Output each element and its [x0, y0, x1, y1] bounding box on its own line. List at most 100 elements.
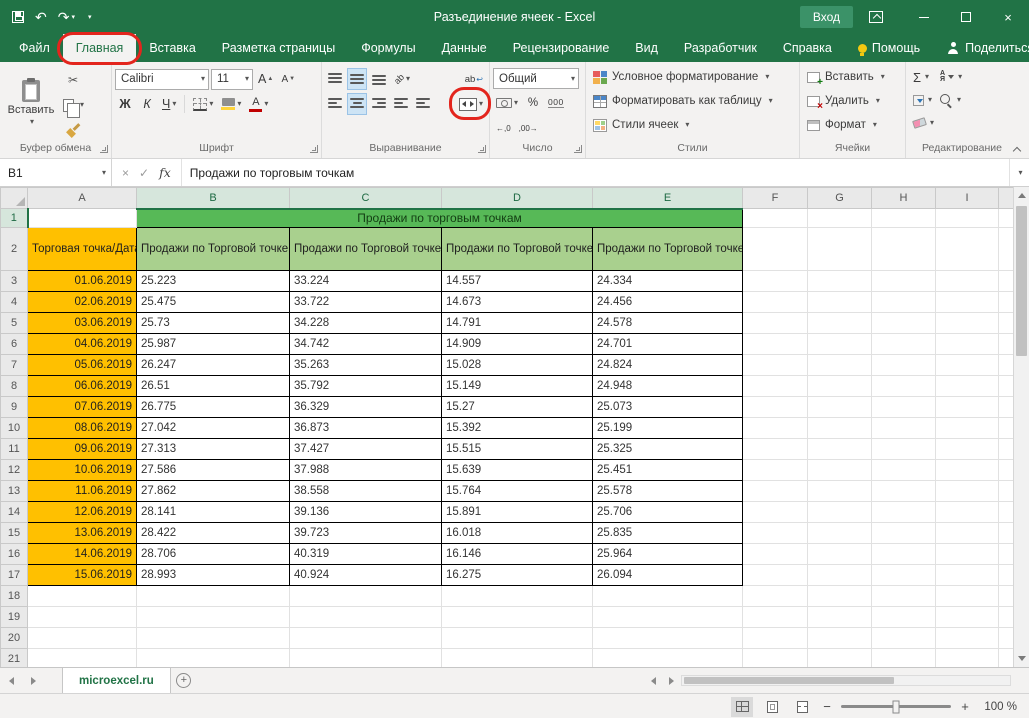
cell-F11[interactable] — [743, 439, 808, 460]
cell-D5[interactable]: 14.791 — [442, 313, 593, 334]
row-header-10[interactable]: 10 — [1, 418, 28, 439]
row-header-20[interactable]: 20 — [1, 628, 28, 649]
scroll-down-button[interactable] — [1014, 650, 1029, 667]
cell-D19[interactable] — [442, 607, 593, 628]
row-header-3[interactable]: 3 — [1, 271, 28, 292]
view-page-break-button[interactable] — [791, 697, 813, 717]
column-header-H[interactable]: H — [872, 188, 936, 209]
ribbon-tab-вставка[interactable]: Вставка — [136, 34, 208, 62]
row-header-15[interactable]: 15 — [1, 523, 28, 544]
row-header-14[interactable]: 14 — [1, 502, 28, 523]
cell-B16[interactable]: 28.706 — [137, 544, 290, 565]
cell-H12[interactable] — [872, 460, 936, 481]
cell-A21[interactable] — [28, 649, 137, 668]
cell-F7[interactable] — [743, 355, 808, 376]
cell-I21[interactable] — [936, 649, 999, 668]
formula-input[interactable]: Продажи по торговым точкам — [182, 159, 1009, 186]
increase-font-button[interactable]: А — [255, 68, 276, 90]
cell-D7[interactable]: 15.028 — [442, 355, 593, 376]
bold-button[interactable]: Ж — [115, 93, 135, 115]
cell-I17[interactable] — [936, 565, 999, 586]
align-center-button[interactable] — [347, 93, 367, 115]
cell-B20[interactable] — [137, 628, 290, 649]
row-header-21[interactable]: 21 — [1, 649, 28, 668]
cell-C3[interactable]: 33.224 — [290, 271, 442, 292]
expand-formula-bar-button[interactable] — [1009, 159, 1029, 186]
zoom-slider-thumb[interactable] — [893, 700, 900, 713]
sign-in-button[interactable]: Вход — [800, 6, 853, 28]
column-header-B[interactable]: B — [137, 188, 290, 209]
row-header-2[interactable]: 2 — [1, 228, 28, 271]
vertical-scrollbar[interactable] — [1013, 187, 1029, 667]
cell-F3[interactable] — [743, 271, 808, 292]
cut-button[interactable]: ✂ — [59, 69, 87, 91]
cell-D12[interactable]: 15.639 — [442, 460, 593, 481]
save-button[interactable] — [12, 11, 24, 23]
cell-E14[interactable]: 25.706 — [593, 502, 743, 523]
cell-F2[interactable] — [743, 228, 808, 271]
cell-F17[interactable] — [743, 565, 808, 586]
decrease-decimal-button[interactable]: ,00→ — [516, 117, 541, 139]
cell-C5[interactable]: 34.228 — [290, 313, 442, 334]
cell-D10[interactable]: 15.392 — [442, 418, 593, 439]
select-all-button[interactable] — [1, 188, 28, 209]
cell-E3[interactable]: 24.334 — [593, 271, 743, 292]
cell-C20[interactable] — [290, 628, 442, 649]
cell-C7[interactable]: 35.263 — [290, 355, 442, 376]
format-as-table-button[interactable]: Форматировать как таблицу — [589, 89, 796, 113]
align-top-button[interactable] — [325, 68, 345, 90]
row-header-4[interactable]: 4 — [1, 292, 28, 313]
cell-E21[interactable] — [593, 649, 743, 668]
fill-button[interactable] — [913, 90, 934, 110]
cell-B10[interactable]: 27.042 — [137, 418, 290, 439]
row-header-8[interactable]: 8 — [1, 376, 28, 397]
cell-E11[interactable]: 25.325 — [593, 439, 743, 460]
cell-G16[interactable] — [808, 544, 872, 565]
cell-F13[interactable] — [743, 481, 808, 502]
cell-G7[interactable] — [808, 355, 872, 376]
cell-D8[interactable]: 15.149 — [442, 376, 593, 397]
decrease-font-button[interactable]: А — [278, 68, 298, 90]
cell-F12[interactable] — [743, 460, 808, 481]
cell-I11[interactable] — [936, 439, 999, 460]
merged-cell-B1-E1[interactable]: Продажи по торговым точкам — [137, 209, 743, 228]
cell-H20[interactable] — [872, 628, 936, 649]
cell-H15[interactable] — [872, 523, 936, 544]
cell-C10[interactable]: 36.873 — [290, 418, 442, 439]
cell-A10[interactable]: 08.06.2019 — [28, 418, 137, 439]
cell-G4[interactable] — [808, 292, 872, 313]
ribbon-display-options-icon[interactable] — [869, 11, 883, 23]
cell-E9[interactable]: 25.073 — [593, 397, 743, 418]
cell-G15[interactable] — [808, 523, 872, 544]
row-header-16[interactable]: 16 — [1, 544, 28, 565]
cell-H5[interactable] — [872, 313, 936, 334]
cell-B17[interactable]: 28.993 — [137, 565, 290, 586]
cell-A2[interactable]: Торговая точка/Дата — [28, 228, 137, 271]
cell-G9[interactable] — [808, 397, 872, 418]
row-header-12[interactable]: 12 — [1, 460, 28, 481]
cell-E15[interactable]: 25.835 — [593, 523, 743, 544]
cell-E7[interactable]: 24.824 — [593, 355, 743, 376]
cell-I20[interactable] — [936, 628, 999, 649]
ribbon-tab-помощь[interactable]: Помощь — [845, 34, 933, 62]
zoom-level[interactable]: 100 % — [979, 701, 1017, 713]
ribbon-tab-главная[interactable]: Главная — [63, 34, 137, 62]
zoom-slider[interactable] — [841, 705, 951, 708]
cell-E2[interactable]: Продажи по Торговой точке 4, тыс. руб. — [593, 228, 743, 271]
cell-F1[interactable] — [743, 209, 808, 228]
cell-D14[interactable]: 15.891 — [442, 502, 593, 523]
percent-format-button[interactable]: % — [523, 92, 543, 114]
cell-A6[interactable]: 04.06.2019 — [28, 334, 137, 355]
cell-C4[interactable]: 33.722 — [290, 292, 442, 313]
cell-I4[interactable] — [936, 292, 999, 313]
cell-G21[interactable] — [808, 649, 872, 668]
cell-styles-button[interactable]: Стили ячеек — [589, 113, 796, 137]
cell-A14[interactable]: 12.06.2019 — [28, 502, 137, 523]
cell-H21[interactable] — [872, 649, 936, 668]
font-name-combo[interactable]: Calibri — [115, 69, 209, 90]
cell-D20[interactable] — [442, 628, 593, 649]
cell-G20[interactable] — [808, 628, 872, 649]
insert-cells-button[interactable]: Вставить — [803, 65, 902, 89]
cell-D13[interactable]: 15.764 — [442, 481, 593, 502]
cell-H16[interactable] — [872, 544, 936, 565]
